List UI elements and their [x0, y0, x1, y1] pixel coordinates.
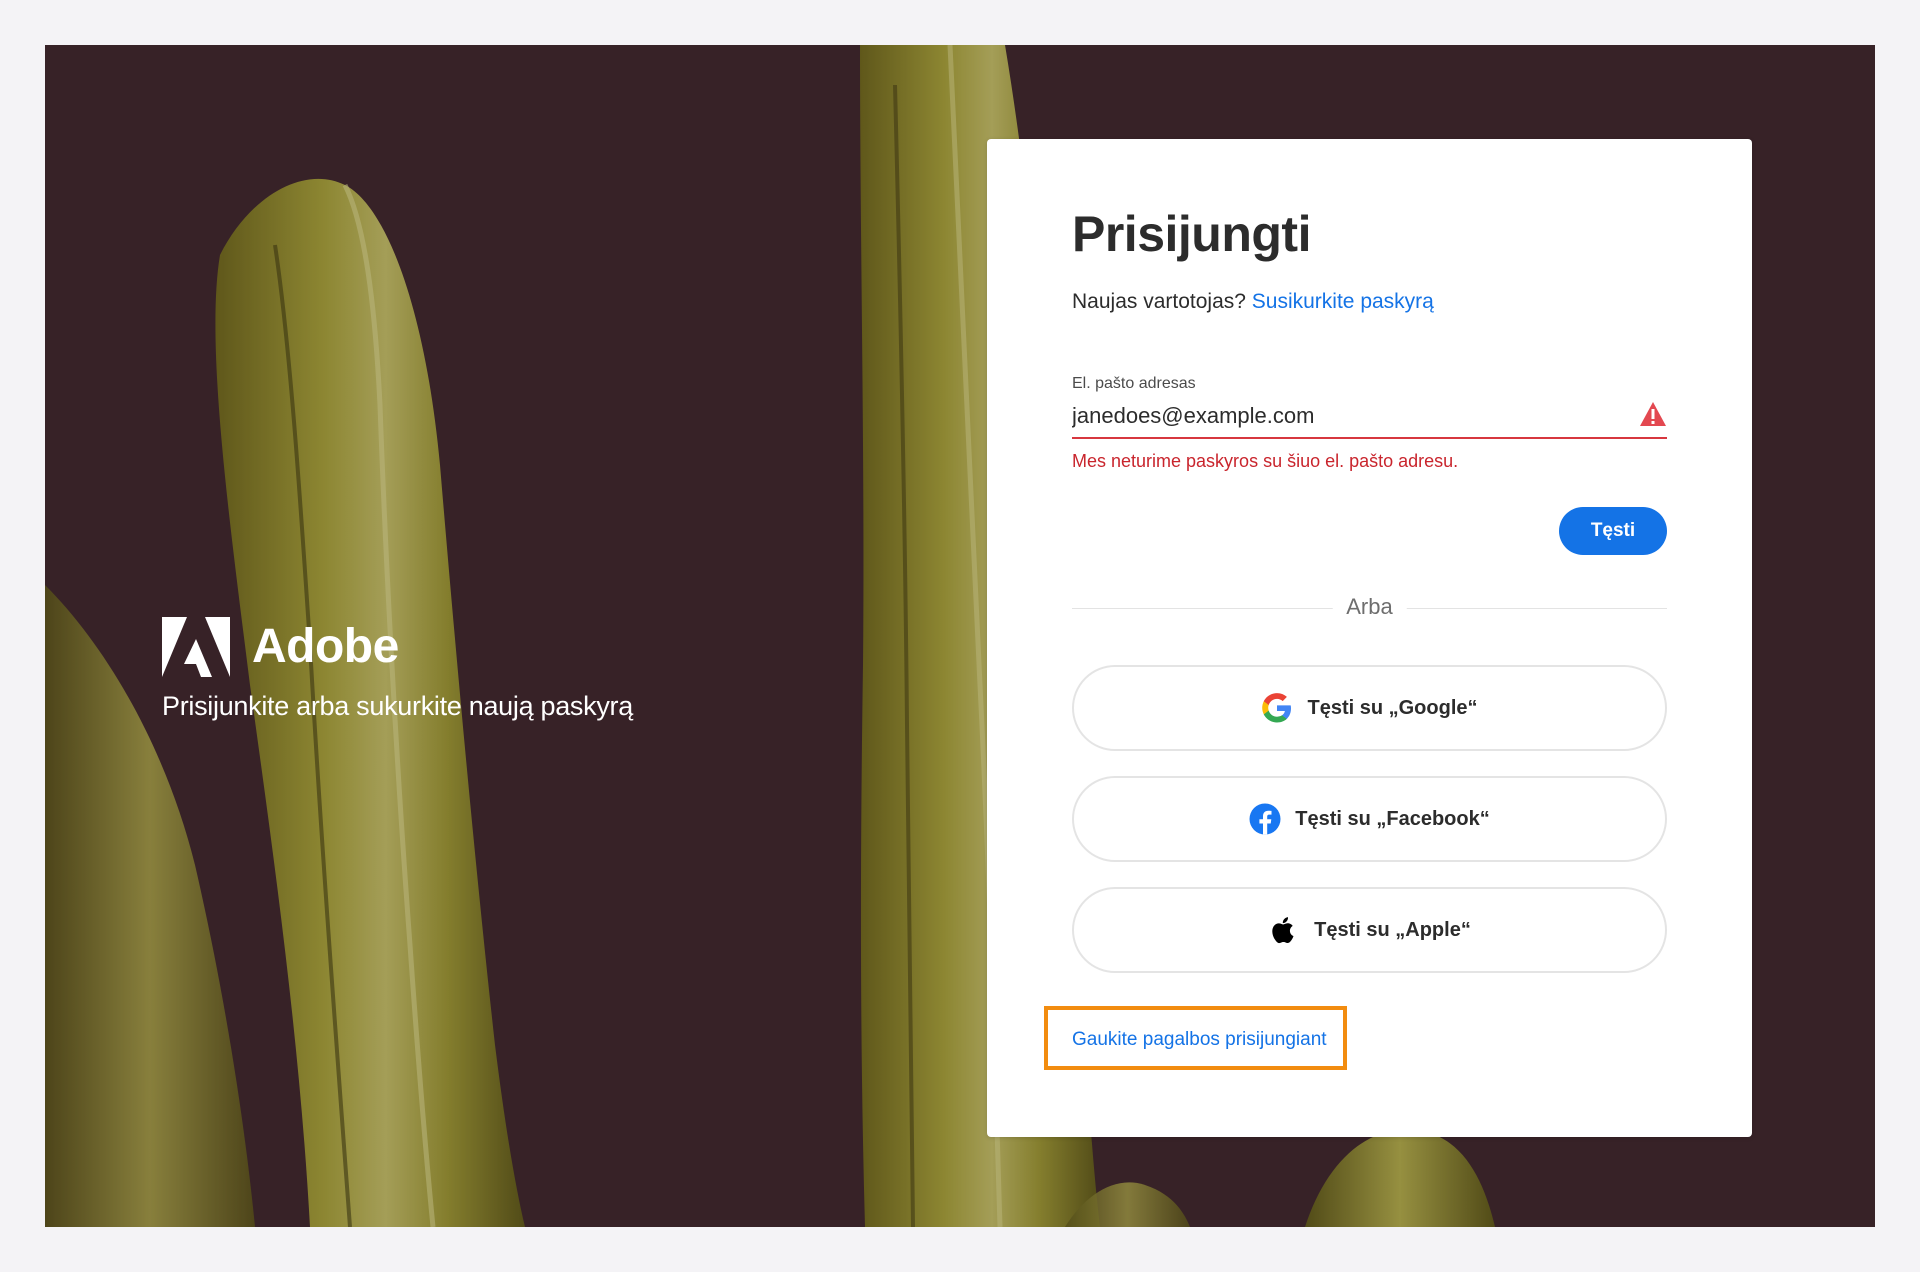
continue-with-apple-button[interactable]: Tęsti su „Apple“ [1072, 887, 1667, 973]
email-field-container [1072, 397, 1667, 439]
new-user-prompt: Naujas vartotojas? [1072, 290, 1246, 313]
brand-tagline: Prisijunkite arba sukurkite naują paskyr… [162, 691, 633, 721]
facebook-button-label: Tęsti su „Facebook“ [1295, 807, 1490, 830]
adobe-logo-icon [162, 617, 230, 677]
continue-with-facebook-button[interactable]: Tęsti su „Facebook“ [1072, 776, 1667, 862]
brand-block: Adobe Prisijunkite arba sukurkite naują … [162, 617, 633, 722]
google-button-label: Tęsti su „Google“ [1307, 696, 1478, 719]
continue-button[interactable]: Tęsti [1559, 507, 1667, 555]
new-user-row: Naujas vartotojas? Susikurkite paskyrą [1072, 290, 1434, 314]
facebook-logo-icon [1249, 803, 1281, 835]
google-logo-icon [1262, 693, 1292, 723]
page-title: Prisijungti [1072, 206, 1311, 262]
divider-label: Arba [1332, 594, 1407, 620]
signin-help-link[interactable]: Gaukite pagalbos prisijungiant [1072, 1029, 1327, 1051]
email-label: El. pašto adresas [1072, 375, 1196, 392]
continue-with-google-button[interactable]: Tęsti su „Google“ [1072, 665, 1667, 751]
email-error-message: Mes neturime paskyros su šiuo el. pašto … [1072, 451, 1459, 471]
email-field[interactable] [1072, 397, 1622, 435]
brand-name: Adobe [252, 620, 399, 673]
create-account-link[interactable]: Susikurkite paskyrą [1252, 290, 1434, 313]
alert-triangle-icon [1640, 402, 1666, 426]
apple-button-label: Tęsti su „Apple“ [1314, 918, 1471, 941]
signin-card: Prisijungti Naujas vartotojas? Susikurki… [987, 139, 1752, 1137]
brand-row: Adobe [162, 617, 633, 677]
apple-logo-icon [1272, 917, 1294, 944]
